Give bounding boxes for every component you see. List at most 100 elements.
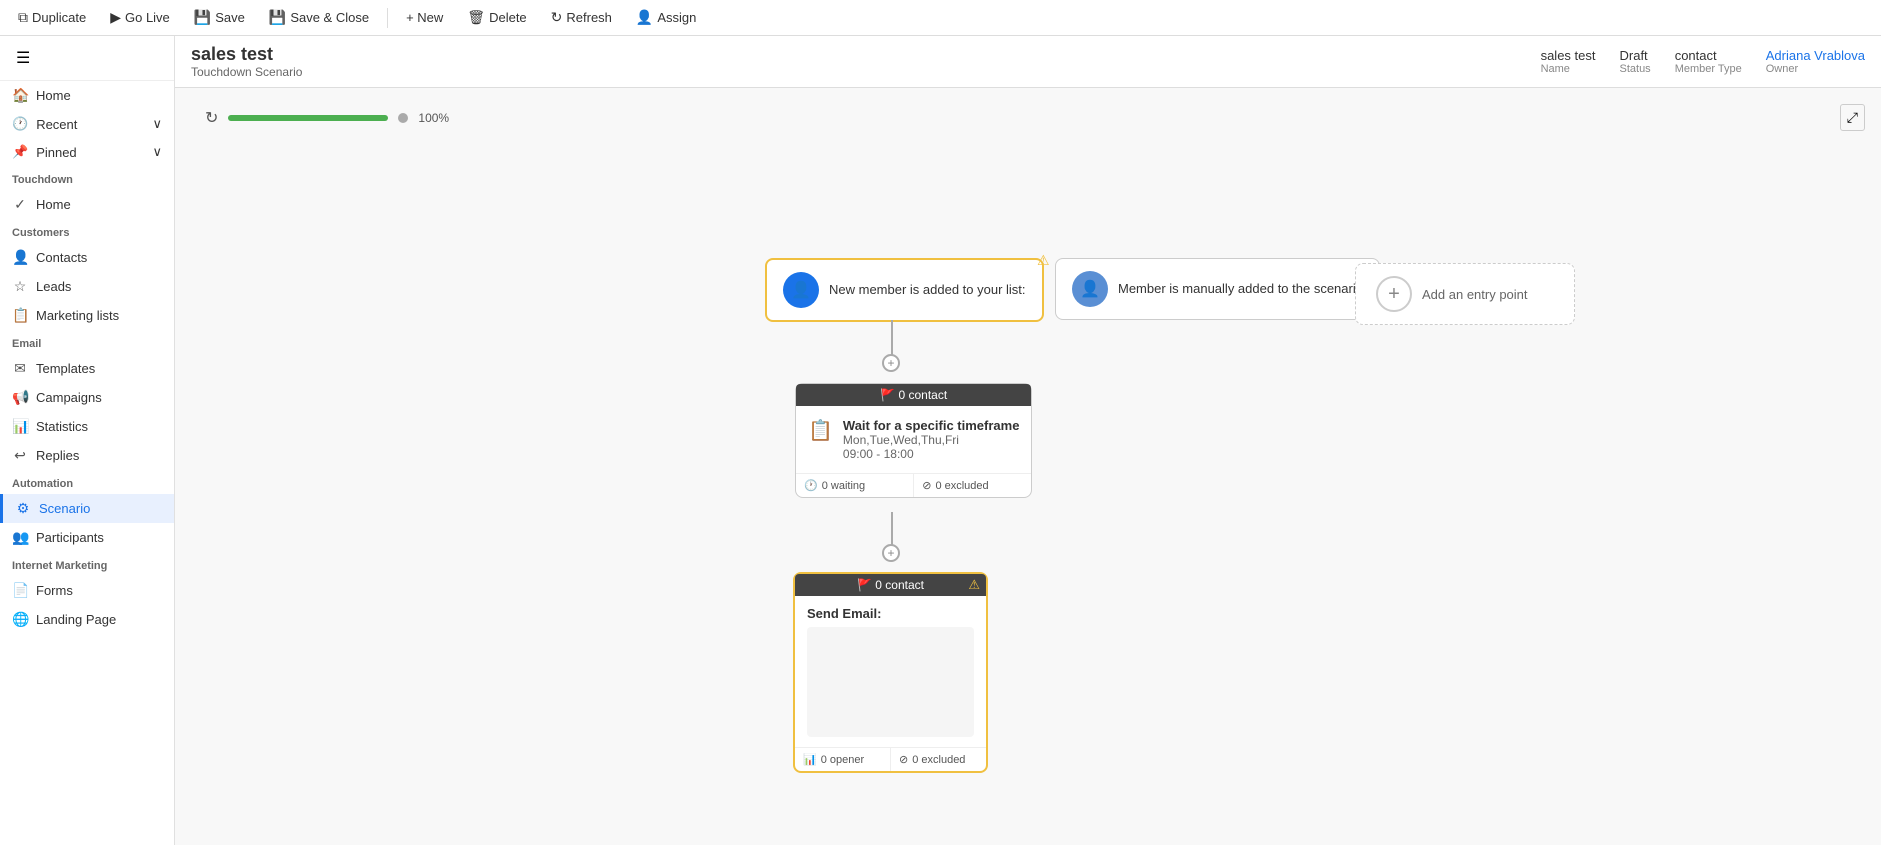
meta-status: Draft Status xyxy=(1620,48,1651,75)
sidebar-top: ☰ xyxy=(0,36,174,81)
meta-owner-value[interactable]: Adriana Vrablova xyxy=(1766,48,1865,63)
meta-name-value: sales test xyxy=(1541,48,1596,63)
node-entry-1[interactable]: 👤 New member is added to your list: ⚠ xyxy=(765,258,1044,322)
save-button[interactable]: 💾 Save xyxy=(184,5,255,30)
sidebar-item-statistics[interactable]: 📊 Statistics xyxy=(0,412,174,441)
node1-text: New member is added to your list: xyxy=(829,281,1026,299)
delete-button[interactable]: 🗑 Delete xyxy=(457,5,536,30)
page-subtitle: Touchdown Scenario xyxy=(191,65,302,79)
participants-icon: 👥 xyxy=(12,529,28,546)
sidebar-item-campaigns[interactable]: 📢 Campaigns xyxy=(0,383,174,412)
node2-text: Member is manually added to the scenario xyxy=(1118,280,1363,298)
pinned-label: Pinned xyxy=(36,145,76,160)
refresh-icon: ↻ xyxy=(551,9,563,26)
toolbar: ⧉ Duplicate ▶ Go Live 💾 Save 💾 Save & Cl… xyxy=(0,0,1881,36)
sidebar: ☰ 🏠 Home 🕐 Recent ∨ 📌 Pinned ∨ Touchdown… xyxy=(0,36,175,845)
delete-label: Delete xyxy=(489,10,527,25)
leads-label: Leads xyxy=(36,279,71,294)
golive-icon: ▶ xyxy=(110,9,121,26)
node-add-entry[interactable]: + Add an entry point xyxy=(1355,263,1575,325)
chevron-down-icon: ∨ xyxy=(152,116,162,132)
duplicate-icon: ⧉ xyxy=(18,9,28,26)
meta-owner-label: Owner xyxy=(1766,63,1865,75)
connector-1 xyxy=(891,320,893,358)
sidebar-item-leads[interactable]: ☆ Leads xyxy=(0,272,174,301)
wait-waiting: 🕐 0 waiting xyxy=(796,474,914,497)
assign-label: Assign xyxy=(657,10,696,25)
node-email-body: Send Email: xyxy=(795,596,986,747)
refresh-button[interactable]: ↻ Refresh xyxy=(541,5,622,30)
sidebar-item-replies[interactable]: ↩ Replies xyxy=(0,441,174,470)
forms-label: Forms xyxy=(36,583,73,598)
sep1 xyxy=(387,8,388,28)
leads-icon: ☆ xyxy=(12,278,28,295)
email-warning-icon: ⚠ xyxy=(968,577,980,593)
node-entry-2[interactable]: 👤 Member is manually added to the scenar… xyxy=(1055,258,1380,320)
expand-button[interactable]: ⤢ xyxy=(1840,104,1865,131)
wait-excluded: ⊘ 0 excluded xyxy=(914,474,1031,497)
meta-name-label: Name xyxy=(1541,63,1596,75)
progress-dot xyxy=(398,113,408,123)
sidebar-item-home[interactable]: 🏠 Home xyxy=(0,81,174,110)
content: sales test Touchdown Scenario sales test… xyxy=(175,36,1881,845)
hamburger-button[interactable]: ☰ xyxy=(12,44,34,72)
add-entry-text: Add an entry point xyxy=(1422,287,1528,302)
marketing-lists-label: Marketing lists xyxy=(36,308,119,323)
scenario-icon: ⚙ xyxy=(15,500,31,517)
assign-button[interactable]: 👤 Assign xyxy=(626,5,706,30)
golive-button[interactable]: ▶ Go Live xyxy=(100,5,180,30)
email-excl-icon: ⊘ xyxy=(899,753,908,766)
sidebar-item-participants[interactable]: 👥 Participants xyxy=(0,523,174,552)
email-opener: 📊 0 opener xyxy=(795,748,891,771)
new-button[interactable]: + New xyxy=(396,6,453,29)
saveclose-button[interactable]: 💾 Save & Close xyxy=(259,5,379,30)
node-wait-badge: 🚩 0 contact xyxy=(880,388,947,402)
progress-bar-container: ↻ 100% xyxy=(205,108,449,128)
node-email-header: 🚩 0 contact ⚠ xyxy=(795,574,986,596)
section-automation: Automation xyxy=(0,470,174,494)
node-wait[interactable]: 🚩 0 contact 📋 Wait for a specific timefr… xyxy=(795,383,1032,498)
campaigns-icon: 📢 xyxy=(12,389,28,406)
content-header-right: sales test Name Draft Status contact Mem… xyxy=(1541,48,1865,75)
connector-2 xyxy=(891,512,893,548)
meta-membertype-label: Member Type xyxy=(1675,63,1742,75)
statistics-label: Statistics xyxy=(36,419,88,434)
node-email[interactable]: 🚩 0 contact ⚠ Send Email: 📊 0 opener ⊘ 0… xyxy=(793,572,988,773)
sidebar-item-touchdown-home[interactable]: ✓ Home xyxy=(0,190,174,219)
sidebar-item-templates[interactable]: ✉ Templates xyxy=(0,354,174,383)
sidebar-item-marketing-lists[interactable]: 📋 Marketing lists xyxy=(0,301,174,330)
clock-icon: 🕐 xyxy=(804,479,818,492)
progress-label: 100% xyxy=(418,111,449,125)
sidebar-item-landing-page[interactable]: 🌐 Landing Page xyxy=(0,605,174,634)
sidebar-item-recent[interactable]: 🕐 Recent ∨ xyxy=(0,110,174,138)
sidebar-item-pinned[interactable]: 📌 Pinned ∨ xyxy=(0,138,174,166)
add-entry-icon: + xyxy=(1376,276,1412,312)
sidebar-item-contacts[interactable]: 👤 Contacts xyxy=(0,243,174,272)
section-customers: Customers xyxy=(0,219,174,243)
meta-membertype-value: contact xyxy=(1675,48,1742,63)
content-header: sales test Touchdown Scenario sales test… xyxy=(175,36,1881,88)
wait-title: Wait for a specific timeframe xyxy=(843,418,1020,433)
main-layout: ☰ 🏠 Home 🕐 Recent ∨ 📌 Pinned ∨ Touchdown… xyxy=(0,36,1881,845)
canvas-refresh-button[interactable]: ↻ xyxy=(205,108,218,128)
node-wait-header: 🚩 0 contact xyxy=(796,384,1031,406)
section-touchdown: Touchdown xyxy=(0,166,174,190)
campaigns-label: Campaigns xyxy=(36,390,102,405)
wait-days: Mon,Tue,Wed,Thu,Fri xyxy=(843,433,1020,447)
progress-fill xyxy=(228,115,388,121)
section-email: Email xyxy=(0,330,174,354)
check-icon: ✓ xyxy=(12,196,28,213)
sidebar-item-scenario[interactable]: ⚙ Scenario xyxy=(0,494,174,523)
home-label: Home xyxy=(36,88,71,103)
pin-icon: 📌 xyxy=(12,144,28,160)
delete-icon: 🗑 xyxy=(467,9,485,26)
connector-plus-2[interactable]: + xyxy=(882,544,900,562)
sidebar-item-forms[interactable]: 📄 Forms xyxy=(0,576,174,605)
duplicate-button[interactable]: ⧉ Duplicate xyxy=(8,5,96,30)
email-preview xyxy=(807,627,974,737)
saveclose-label: Save & Close xyxy=(290,10,369,25)
meta-membertype: contact Member Type xyxy=(1675,48,1742,75)
connector-plus-1[interactable]: + xyxy=(882,354,900,372)
template-icon: ✉ xyxy=(12,360,28,377)
duplicate-label: Duplicate xyxy=(32,10,86,25)
